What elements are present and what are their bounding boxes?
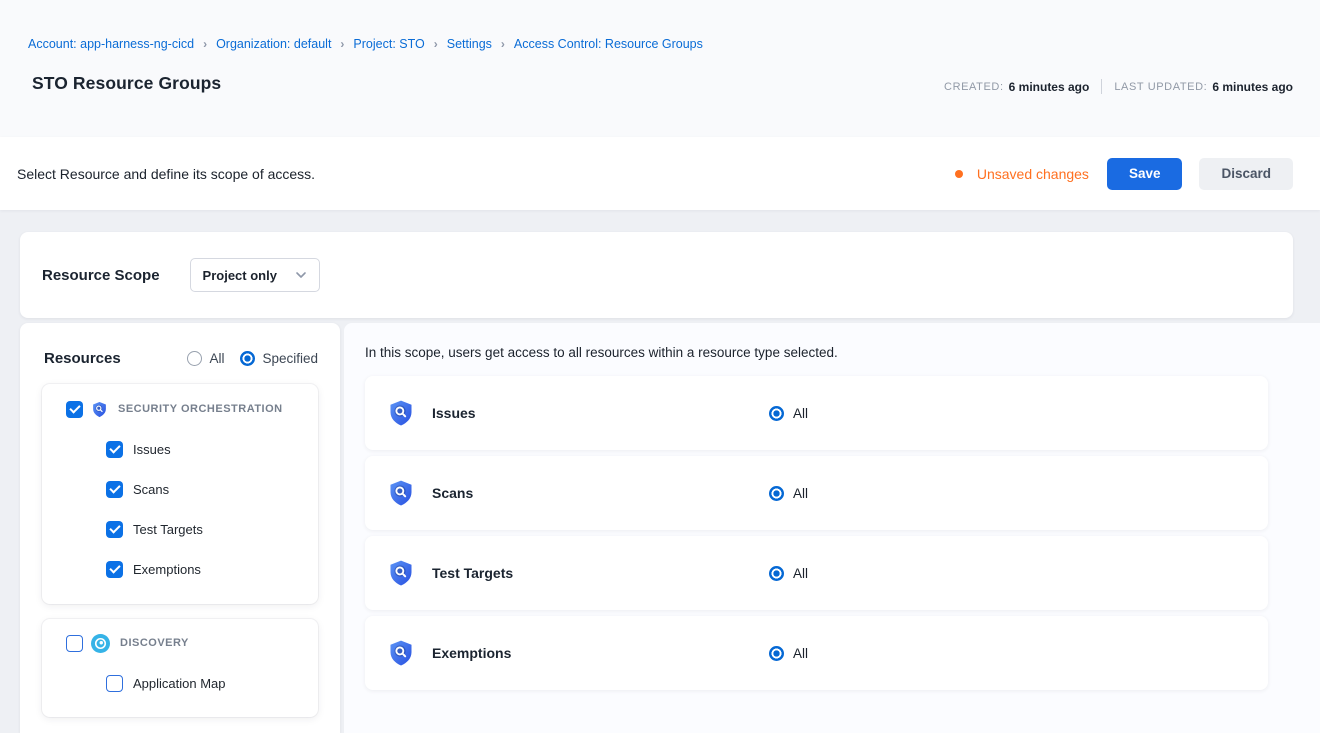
discovery-icon (91, 634, 110, 653)
access-all-label: All (793, 566, 808, 581)
tree-item-label: Scans (133, 482, 169, 497)
access-all-label: All (793, 406, 808, 421)
last-updated-label: LAST UPDATED: (1114, 81, 1207, 93)
breadcrumb-account[interactable]: Account: app-harness-ng-cicd (28, 37, 194, 51)
page-title: STO Resource Groups (32, 73, 221, 94)
radio-selected-icon[interactable] (769, 646, 784, 661)
checkbox-checked-icon[interactable] (66, 401, 83, 418)
access-all-label: All (793, 646, 808, 661)
save-button[interactable]: Save (1107, 158, 1183, 190)
access-radio-group[interactable]: All (769, 566, 808, 581)
shield-search-icon (91, 401, 108, 418)
access-radio-group[interactable]: All (769, 406, 808, 421)
checkbox-unchecked-icon[interactable] (66, 635, 83, 652)
resource-card-title: Issues (432, 405, 476, 421)
breadcrumb-project[interactable]: Project: STO (353, 37, 424, 51)
tree-item-label: Application Map (133, 676, 226, 691)
discard-button[interactable]: Discard (1199, 158, 1293, 190)
radio-unselected-icon[interactable] (187, 351, 202, 366)
resource-scope-card: Resource Scope Project only (20, 232, 1293, 318)
checkbox-checked-icon[interactable] (106, 521, 123, 538)
resources-panel: Resources All Specified SECURITY ORCHES (20, 323, 340, 733)
resource-scope-label: Resource Scope (42, 267, 160, 284)
radio-selected-icon[interactable] (769, 566, 784, 581)
breadcrumb-settings[interactable]: Settings (447, 37, 492, 51)
action-toolbar: Select Resource and define its scope of … (0, 137, 1320, 210)
radio-all-label: All (209, 351, 224, 366)
resources-title: Resources (44, 350, 121, 367)
radio-specified-label: Specified (262, 351, 318, 366)
access-radio-group[interactable]: All (769, 486, 808, 501)
created-value: 6 minutes ago (1009, 80, 1090, 94)
unsaved-changes-indicator: Unsaved changes (955, 166, 1089, 182)
unsaved-changes-label: Unsaved changes (977, 166, 1089, 182)
tree-row-exemptions[interactable]: Exemptions (42, 549, 318, 589)
resource-card-scans: Scans All (365, 456, 1268, 530)
checkbox-unchecked-icon[interactable] (106, 675, 123, 692)
radio-option-all[interactable]: All (187, 351, 224, 366)
breadcrumb-separator-icon: › (340, 37, 344, 51)
created-label: CREATED: (944, 81, 1004, 93)
scope-description: In this scope, users get access to all r… (365, 345, 1320, 360)
breadcrumb-separator-icon: › (203, 37, 207, 51)
last-updated-value: 6 minutes ago (1212, 80, 1293, 94)
resource-card-issues: Issues All (365, 376, 1268, 450)
meta-divider (1101, 79, 1102, 94)
radio-selected-icon[interactable] (769, 486, 784, 501)
access-all-label: All (793, 486, 808, 501)
checkbox-checked-icon[interactable] (106, 441, 123, 458)
breadcrumb-organization[interactable]: Organization: default (216, 37, 331, 51)
resource-card-test-targets: Test Targets All (365, 536, 1268, 610)
group-label: SECURITY ORCHESTRATION (118, 403, 283, 415)
shield-search-icon (387, 559, 415, 587)
resources-mode-radio-group: All Specified (187, 351, 318, 366)
resource-group-security-orchestration: SECURITY ORCHESTRATION Issues Scans Test… (42, 384, 318, 604)
radio-option-specified[interactable]: Specified (240, 351, 318, 366)
resource-card-title: Test Targets (432, 565, 513, 581)
breadcrumb-separator-icon: › (434, 37, 438, 51)
toolbar-description: Select Resource and define its scope of … (17, 166, 315, 182)
tree-row-scans[interactable]: Scans (42, 469, 318, 509)
unsaved-dot-icon (955, 170, 963, 178)
timestamps: CREATED: 6 minutes ago LAST UPDATED: 6 m… (944, 79, 1293, 94)
resource-card-exemptions: Exemptions All (365, 616, 1268, 690)
chevron-down-icon (295, 271, 307, 279)
tree-item-label: Exemptions (133, 562, 201, 577)
shield-search-icon (387, 639, 415, 667)
tree-row-issues[interactable]: Issues (42, 429, 318, 469)
tree-row-test-targets[interactable]: Test Targets (42, 509, 318, 549)
tree-item-label: Test Targets (133, 522, 203, 537)
group-label: DISCOVERY (120, 637, 189, 649)
shield-search-icon (387, 479, 415, 507)
breadcrumb-separator-icon: › (501, 37, 505, 51)
tree-row-security-orchestration[interactable]: SECURITY ORCHESTRATION (42, 389, 318, 429)
shield-search-icon (387, 399, 415, 427)
page-header: Account: app-harness-ng-cicd › Organizat… (0, 0, 1320, 137)
breadcrumb-access-control[interactable]: Access Control: Resource Groups (514, 37, 703, 51)
checkbox-checked-icon[interactable] (106, 561, 123, 578)
radio-selected-icon[interactable] (769, 406, 784, 421)
tree-row-application-map[interactable]: Application Map (42, 663, 318, 703)
scope-detail-panel: In this scope, users get access to all r… (344, 323, 1320, 733)
resource-scope-dropdown[interactable]: Project only (190, 258, 320, 292)
checkbox-checked-icon[interactable] (106, 481, 123, 498)
resource-card-title: Exemptions (432, 645, 511, 661)
access-radio-group[interactable]: All (769, 646, 808, 661)
resource-scope-selected-value: Project only (203, 268, 295, 283)
resource-card-title: Scans (432, 485, 473, 501)
breadcrumb: Account: app-harness-ng-cicd › Organizat… (28, 37, 1293, 51)
radio-selected-icon[interactable] (240, 351, 255, 366)
tree-row-discovery[interactable]: DISCOVERY (42, 623, 318, 663)
tree-item-label: Issues (133, 442, 171, 457)
resource-group-discovery: DISCOVERY Application Map (42, 619, 318, 717)
